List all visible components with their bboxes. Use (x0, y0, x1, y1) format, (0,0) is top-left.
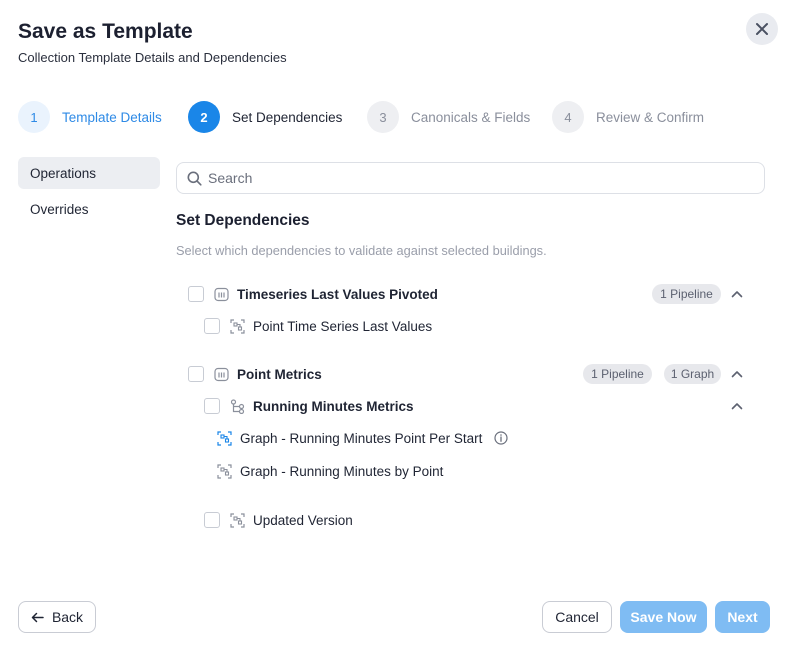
step-label: Canonicals & Fields (411, 109, 531, 125)
section-description: Select which dependencies to validate ag… (176, 243, 547, 258)
dialog-subtitle: Collection Template Details and Dependen… (18, 50, 287, 65)
group-label: Point Metrics (237, 366, 322, 382)
step-number: 3 (367, 101, 399, 133)
info-icon[interactable] (493, 430, 509, 446)
tree-group-row: Timeseries Last Values Pivoted (188, 283, 438, 305)
pipeline-icon (213, 286, 229, 302)
item-checkbox[interactable] (204, 512, 220, 528)
graph-icon (216, 430, 232, 446)
chevron-up-icon[interactable] (730, 399, 744, 413)
search-icon (187, 171, 202, 186)
leaf-label: Graph - Running Minutes by Point (240, 463, 444, 479)
step-number: 1 (18, 101, 50, 133)
step-review-confirm[interactable]: 4 Review & Confirm (552, 101, 704, 133)
step-label: Set Dependencies (232, 109, 343, 125)
back-label: Back (51, 609, 84, 625)
close-icon (755, 22, 769, 36)
cancel-button[interactable]: Cancel (542, 601, 612, 633)
pipeline-count-badge: 1 Pipeline (583, 364, 652, 384)
stepper: 1 Template Details 2 Set Dependencies 3 … (18, 101, 778, 133)
nav-item-overrides[interactable]: Overrides (18, 193, 160, 225)
tree-item-row: Updated Version (204, 509, 353, 531)
tree-subgroup-row: Running Minutes Metrics (204, 395, 414, 417)
item-checkbox[interactable] (204, 318, 220, 334)
subgroup-label: Running Minutes Metrics (253, 398, 414, 414)
step-number: 4 (552, 101, 584, 133)
pipeline-icon (213, 366, 229, 382)
chevron-up-icon[interactable] (730, 367, 744, 381)
nav-item-operations[interactable]: Operations (18, 157, 160, 189)
graph-icon (229, 318, 245, 334)
graph-icon (229, 512, 245, 528)
graph-count-badge: 1 Graph (664, 364, 721, 384)
step-set-dependencies[interactable]: 2 Set Dependencies (188, 101, 342, 133)
group-checkbox[interactable] (188, 286, 204, 302)
step-canonicals-fields[interactable]: 3 Canonicals & Fields (367, 101, 530, 133)
back-button[interactable]: Back (18, 601, 96, 633)
graph-icon (216, 463, 232, 479)
group-checkbox[interactable] (188, 366, 204, 382)
dialog-title: Save as Template (18, 20, 193, 43)
item-label: Updated Version (253, 512, 353, 528)
arrow-left-icon (31, 612, 44, 623)
section-title: Set Dependencies (176, 212, 310, 229)
step-label: Review & Confirm (596, 109, 705, 125)
tree-leaf-row: Graph - Running Minutes by Point (216, 460, 443, 482)
search-input[interactable] (208, 170, 748, 186)
leaf-label: Graph - Running Minutes Point Per Start (240, 430, 483, 446)
search-box (176, 162, 765, 194)
node-link-icon (229, 398, 245, 414)
tree-group-row: Point Metrics (188, 363, 322, 385)
step-label: Template Details (62, 109, 162, 125)
save-now-button[interactable]: Save Now (620, 601, 707, 633)
step-template-details[interactable]: 1 Template Details (18, 101, 162, 133)
subgroup-checkbox[interactable] (204, 398, 220, 414)
step-number: 2 (188, 101, 220, 133)
chevron-up-icon[interactable] (730, 287, 744, 301)
side-nav: Operations Overrides (18, 157, 160, 229)
item-label: Point Time Series Last Values (253, 318, 433, 334)
tree-item-row: Point Time Series Last Values (204, 315, 432, 337)
pipeline-count-badge: 1 Pipeline (652, 284, 721, 304)
close-button[interactable] (746, 13, 778, 45)
tree-leaf-row: Graph - Running Minutes Point Per Start (216, 427, 509, 449)
group-label: Timeseries Last Values Pivoted (237, 286, 438, 302)
next-button[interactable]: Next (715, 601, 770, 633)
